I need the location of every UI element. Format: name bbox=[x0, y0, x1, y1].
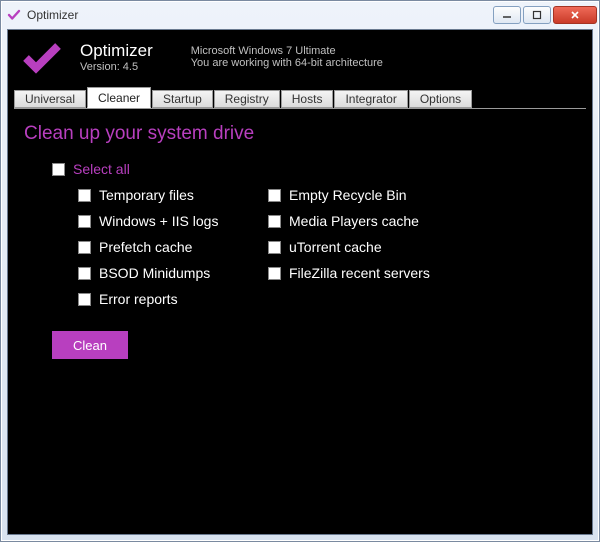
tab-registry[interactable]: Registry bbox=[214, 90, 280, 108]
cleaner-left-column: Temporary files Windows + IIS logs Prefe… bbox=[78, 187, 238, 307]
checkbox-error-reports[interactable] bbox=[78, 293, 91, 306]
opt-windows-iis-logs: Windows + IIS logs bbox=[78, 213, 238, 229]
clean-button[interactable]: Clean bbox=[52, 331, 128, 359]
select-all-label: Select all bbox=[73, 161, 130, 177]
app-name: Optimizer bbox=[80, 41, 153, 61]
checkbox-windows-iis-logs[interactable] bbox=[78, 215, 91, 228]
checkbox-media-players-cache[interactable] bbox=[268, 215, 281, 228]
opt-label: FileZilla recent servers bbox=[289, 265, 430, 281]
cleaner-page: Clean up your system drive Select all Te… bbox=[8, 109, 592, 534]
tab-label: Integrator bbox=[345, 92, 396, 106]
opt-utorrent-cache: uTorrent cache bbox=[268, 239, 430, 255]
tab-label: Registry bbox=[225, 92, 269, 106]
tab-universal[interactable]: Universal bbox=[14, 90, 86, 108]
opt-empty-recycle-bin: Empty Recycle Bin bbox=[268, 187, 430, 203]
window-controls bbox=[493, 6, 597, 24]
os-info: Microsoft Windows 7 Ultimate You are wor… bbox=[191, 45, 383, 69]
checkbox-empty-recycle-bin[interactable] bbox=[268, 189, 281, 202]
checkbox-bsod-minidumps[interactable] bbox=[78, 267, 91, 280]
window-titlebar: Optimizer bbox=[1, 1, 599, 29]
select-all-row: Select all bbox=[52, 161, 576, 177]
tab-label: Cleaner bbox=[98, 91, 140, 105]
tab-hosts[interactable]: Hosts bbox=[281, 90, 334, 108]
tab-integrator[interactable]: Integrator bbox=[334, 90, 407, 108]
select-all-checkbox[interactable] bbox=[52, 163, 65, 176]
checkbox-temporary-files[interactable] bbox=[78, 189, 91, 202]
opt-error-reports: Error reports bbox=[78, 291, 238, 307]
opt-bsod-minidumps: BSOD Minidumps bbox=[78, 265, 238, 281]
os-name: Microsoft Windows 7 Ultimate bbox=[191, 45, 383, 57]
tab-label: Options bbox=[420, 92, 461, 106]
minimize-button[interactable] bbox=[493, 6, 521, 24]
app-window: Optimizer bbox=[0, 0, 600, 542]
checkbox-prefetch-cache[interactable] bbox=[78, 241, 91, 254]
app-version: Version: 4.5 bbox=[80, 61, 153, 73]
close-button[interactable] bbox=[553, 6, 597, 24]
titlebar-left: Optimizer bbox=[7, 8, 78, 22]
opt-media-players-cache: Media Players cache bbox=[268, 213, 430, 229]
cleaner-right-column: Empty Recycle Bin Media Players cache uT… bbox=[268, 187, 430, 307]
tab-options[interactable]: Options bbox=[409, 90, 472, 108]
checkbox-filezilla-recent-servers[interactable] bbox=[268, 267, 281, 280]
app-icon bbox=[7, 8, 21, 22]
maximize-button[interactable] bbox=[523, 6, 551, 24]
checkbox-utorrent-cache[interactable] bbox=[268, 241, 281, 254]
opt-label: Media Players cache bbox=[289, 213, 419, 229]
tabstrip: Universal Cleaner Startup Registry Hosts… bbox=[8, 86, 592, 108]
opt-label: uTorrent cache bbox=[289, 239, 382, 255]
logo-checkmark-icon bbox=[22, 40, 62, 74]
opt-label: Empty Recycle Bin bbox=[289, 187, 406, 203]
opt-filezilla-recent-servers: FileZilla recent servers bbox=[268, 265, 430, 281]
app-header: Optimizer Version: 4.5 Microsoft Windows… bbox=[8, 30, 592, 86]
opt-label: Temporary files bbox=[99, 187, 194, 203]
tab-label: Hosts bbox=[292, 92, 323, 106]
tab-cleaner[interactable]: Cleaner bbox=[87, 87, 151, 108]
opt-label: Windows + IIS logs bbox=[99, 213, 218, 229]
tab-label: Universal bbox=[25, 92, 75, 106]
opt-label: Error reports bbox=[99, 291, 178, 307]
os-arch: You are working with 64-bit architecture bbox=[191, 57, 383, 69]
opt-label: BSOD Minidumps bbox=[99, 265, 210, 281]
opt-prefetch-cache: Prefetch cache bbox=[78, 239, 238, 255]
opt-label: Prefetch cache bbox=[99, 239, 192, 255]
tab-label: Startup bbox=[163, 92, 202, 106]
window-title: Optimizer bbox=[27, 8, 78, 22]
client-area: Optimizer Version: 4.5 Microsoft Windows… bbox=[7, 29, 593, 535]
cleaner-options: Temporary files Windows + IIS logs Prefe… bbox=[78, 187, 576, 307]
page-title: Clean up your system drive bbox=[24, 123, 576, 145]
opt-temporary-files: Temporary files bbox=[78, 187, 238, 203]
title-block: Optimizer Version: 4.5 bbox=[80, 41, 153, 73]
tab-startup[interactable]: Startup bbox=[152, 90, 213, 108]
